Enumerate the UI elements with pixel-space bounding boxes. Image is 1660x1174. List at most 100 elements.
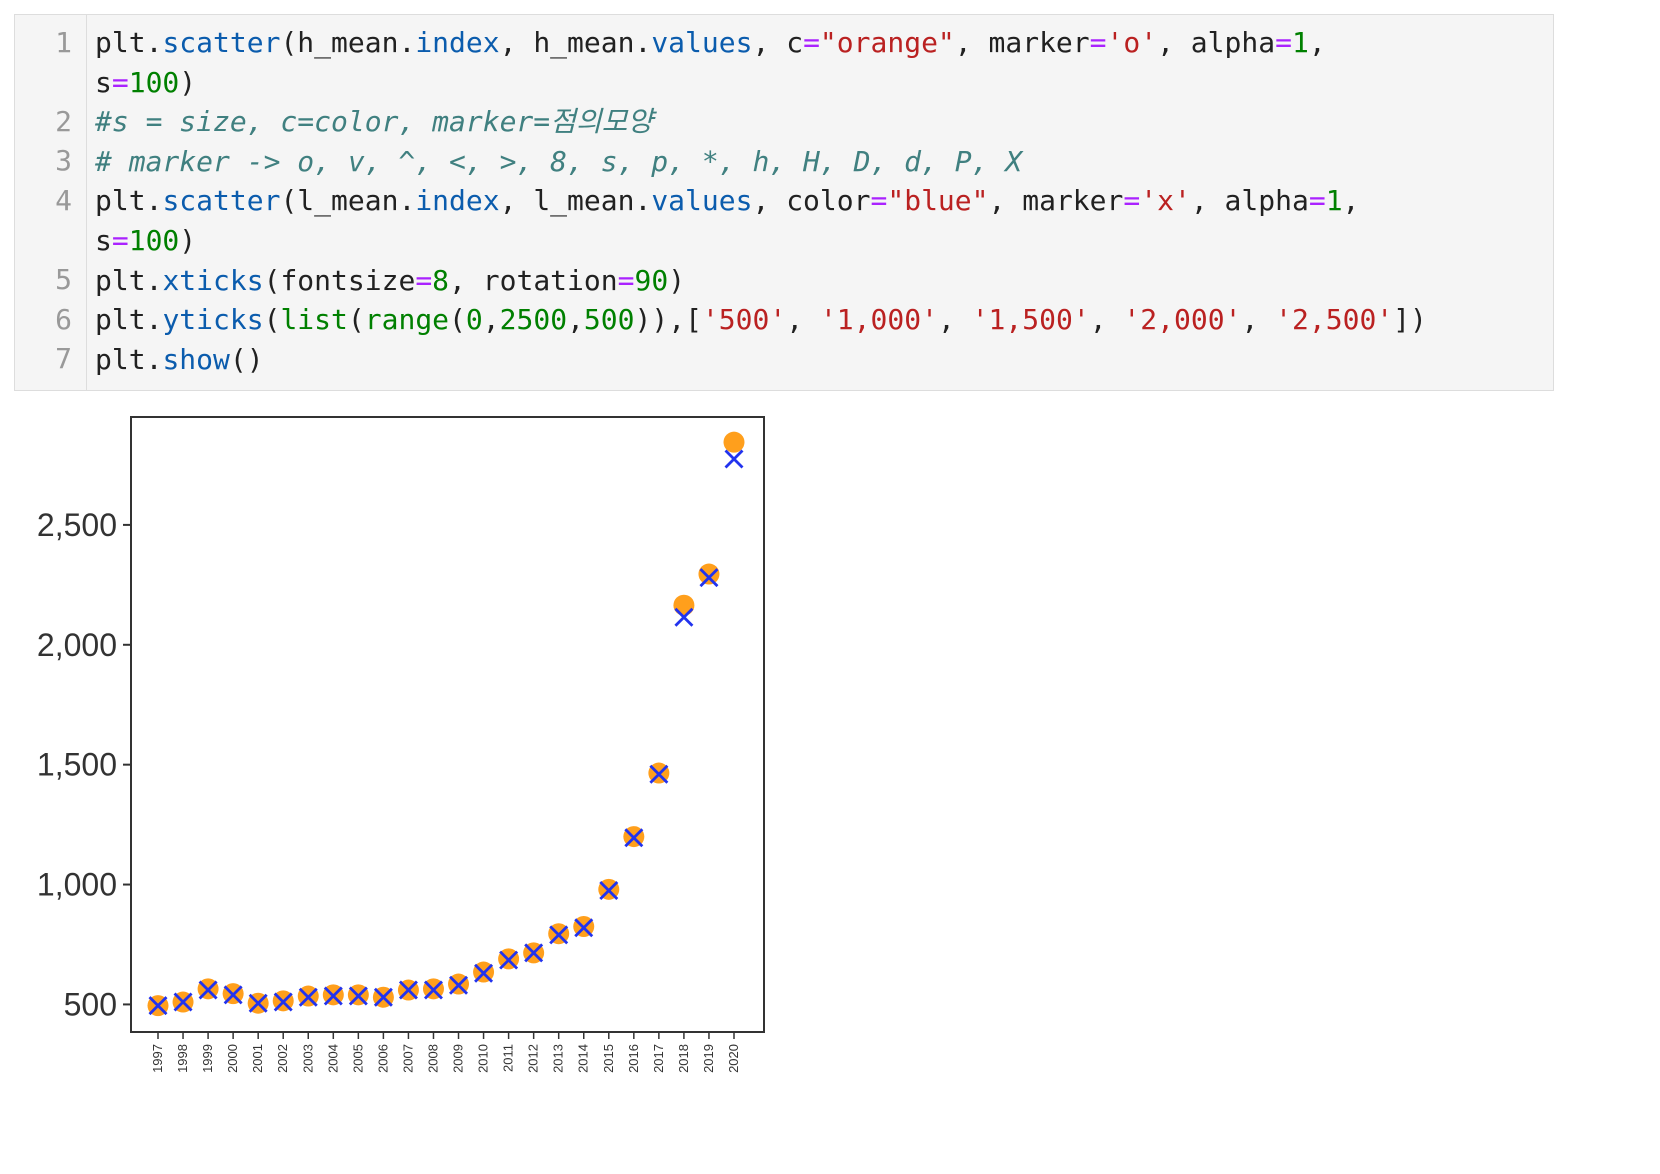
y-tick-label: 2,000 — [37, 627, 117, 663]
line-number: 6 — [55, 303, 72, 336]
code-token: "orange" — [819, 26, 955, 59]
code-token: = — [617, 263, 635, 297]
code-line: plt.show() — [95, 340, 1543, 380]
code-token: , h_mean. — [499, 26, 652, 59]
code-token: index — [415, 184, 500, 218]
x-tick-label: 2006 — [375, 1044, 390, 1073]
code-token: #s = size, c=color, marker=점의모양 — [95, 105, 654, 139]
code-token: ( — [449, 303, 466, 337]
code-token: 1 — [1291, 26, 1309, 59]
code-token: , alpha — [1190, 184, 1309, 218]
code-token: ) — [179, 223, 197, 257]
code-token: yticks — [162, 303, 264, 337]
code-token: ]) — [1393, 303, 1427, 337]
code-token: = — [870, 184, 888, 218]
x-tick-label: 2005 — [350, 1044, 365, 1073]
code-token: (l_mean. — [280, 184, 416, 218]
code-token: , c — [752, 26, 804, 59]
code-token: 100 — [128, 65, 180, 99]
code-token: s — [95, 223, 112, 257]
code-line: #s = size, c=color, marker=점의모양 — [95, 102, 1543, 142]
code-token: = — [1308, 184, 1326, 218]
code-token: 8 — [432, 263, 450, 297]
code-token: '1,000' — [819, 303, 938, 337]
code-token: '500' — [701, 303, 787, 337]
line-number: 4 — [55, 184, 72, 217]
x-tick-label: 2010 — [476, 1044, 491, 1073]
code-token: values — [651, 26, 753, 59]
x-tick-label: 2013 — [551, 1044, 566, 1073]
code-token: '2,500' — [1275, 303, 1394, 337]
code-token: 2500 — [499, 303, 568, 337]
code-token: )),[ — [634, 303, 702, 337]
x-tick-label: 2000 — [225, 1044, 240, 1073]
code-token: , — [786, 303, 820, 337]
code-token: = — [1089, 26, 1107, 59]
code-editor[interactable]: plt.scatter(h_mean.index, h_mean.values,… — [95, 23, 1543, 379]
code-token: '1,500' — [971, 303, 1090, 337]
code-line: plt.scatter(h_mean.index, h_mean.values,… — [95, 23, 1543, 63]
code-line: plt.xticks(fontsize=8, rotation=90) — [95, 261, 1543, 301]
x-tick-label: 1998 — [175, 1044, 190, 1073]
code-token: plt. — [95, 184, 163, 218]
x-tick-label: 2015 — [601, 1044, 616, 1073]
x-tick-label: 1999 — [200, 1044, 215, 1073]
code-token: plt. — [95, 26, 163, 59]
code-token: = — [111, 65, 129, 99]
x-tick-label: 2020 — [726, 1044, 741, 1073]
x-tick-label: 1997 — [150, 1044, 165, 1073]
x-tick-label: 2018 — [676, 1044, 691, 1073]
code-token: xticks — [162, 263, 264, 297]
code-line: s=100) — [95, 63, 1543, 103]
code-token: 'o' — [1106, 26, 1158, 59]
code-token: = — [1275, 26, 1292, 59]
code-token: , — [482, 303, 500, 337]
code-token: ) — [668, 263, 686, 297]
code-token: , l_mean. — [499, 184, 652, 218]
code-token: , — [567, 303, 584, 337]
code-token: plt. — [95, 303, 163, 337]
y-tick-label: 2,500 — [37, 507, 117, 543]
code-token: values — [651, 184, 753, 218]
code-token: index — [415, 26, 500, 59]
code-token: 0 — [465, 303, 483, 337]
code-token: plt. — [95, 263, 163, 297]
y-tick-label: 500 — [64, 986, 117, 1022]
code-token: = — [111, 223, 129, 257]
code-token: , alpha — [1157, 26, 1276, 59]
x-tick-label: 2007 — [400, 1044, 415, 1073]
x-tick-label: 2011 — [501, 1044, 516, 1072]
code-token: 100 — [128, 223, 180, 257]
code-token: () — [229, 342, 264, 376]
code-token: 1 — [1325, 184, 1343, 218]
code-token: ( — [263, 303, 281, 337]
y-tick-label: 1,000 — [37, 867, 117, 903]
line-number: 1 — [55, 26, 72, 59]
code-token: , — [1342, 184, 1360, 218]
plot-frame — [130, 416, 765, 1033]
code-token: plt. — [95, 342, 163, 376]
y-tick-label: 1,500 — [37, 747, 117, 783]
x-tick-label: 2016 — [626, 1044, 641, 1073]
code-token: scatter — [162, 184, 281, 218]
x-tick-label: 2019 — [701, 1044, 716, 1073]
code-token: show — [162, 342, 230, 376]
line-number: 7 — [55, 342, 72, 375]
code-token: , marker — [954, 26, 1090, 59]
code-token: , — [937, 303, 972, 337]
line-number: 5 — [55, 263, 72, 296]
code-token: 90 — [634, 263, 669, 297]
code-token: list — [280, 303, 348, 337]
code-token: '2,000' — [1123, 303, 1242, 337]
code-token: # marker -> o, v, ^, <, >, 8, s, p, *, h… — [95, 144, 1023, 178]
code-token: ( — [347, 303, 365, 337]
code-token: , rotation — [449, 263, 618, 297]
code-token: 500 — [583, 303, 635, 337]
data-point-orange — [673, 594, 695, 616]
x-tick-label: 2012 — [526, 1044, 541, 1073]
code-token: ) — [179, 65, 197, 99]
code-token: (fontsize — [263, 263, 416, 297]
data-point-orange — [698, 563, 720, 585]
code-cell[interactable]: 1 2 3 4 5 6 7 plt.scatter(h_mean.index, … — [14, 14, 1554, 391]
x-tick-label: 2009 — [451, 1044, 466, 1073]
